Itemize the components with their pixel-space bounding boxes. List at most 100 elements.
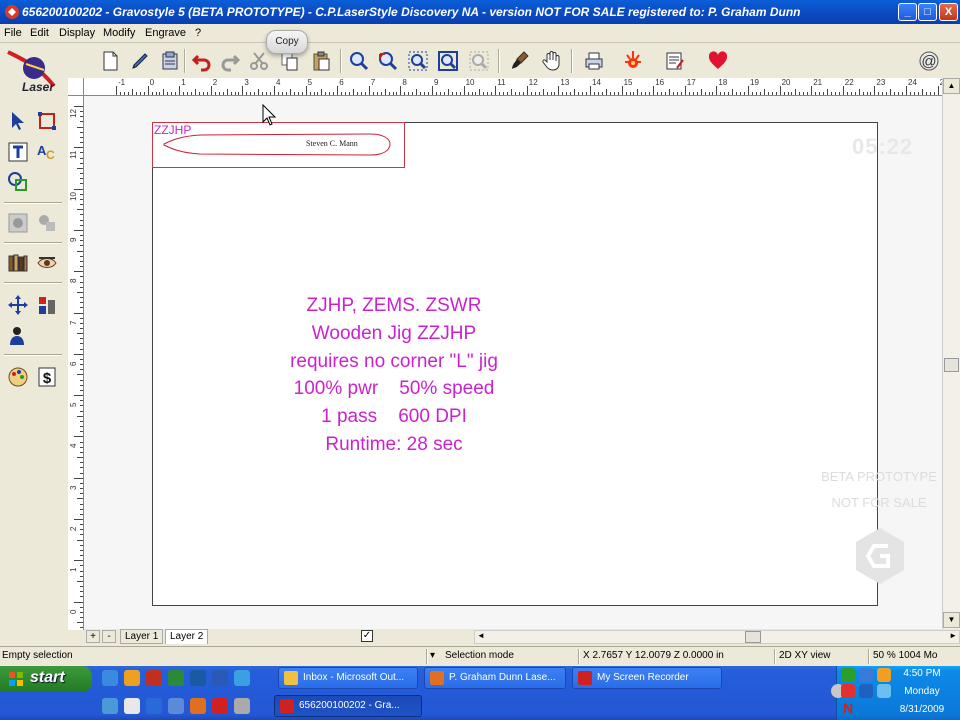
add-layer-button[interactable]: + <box>86 630 100 643</box>
clock-time[interactable]: 4:50 PM <box>887 668 957 679</box>
volume-tray-icon[interactable] <box>859 668 873 682</box>
task-screen-recorder[interactable]: My Screen Recorder <box>572 667 722 689</box>
library-books-icon[interactable] <box>5 250 31 276</box>
settings-quicklaunch-icon[interactable] <box>234 698 250 714</box>
remove-layer-button[interactable]: - <box>102 630 116 643</box>
preview-eye-icon[interactable] <box>34 250 60 276</box>
search-quicklaunch-icon[interactable] <box>102 698 118 714</box>
zoom-select-icon[interactable] <box>405 48 431 74</box>
cost-estimate-icon[interactable]: $ <box>34 364 60 390</box>
vertical-scroll-thumb[interactable] <box>944 358 959 372</box>
bluetooth-tray-icon[interactable] <box>859 684 873 698</box>
word-quicklaunch-icon[interactable] <box>212 670 228 686</box>
ruler-tick <box>514 92 516 95</box>
tab-layer-1[interactable]: Layer 1 <box>120 629 164 644</box>
tab-layer-2[interactable]: Layer 2 <box>165 629 209 644</box>
at-internet-icon[interactable]: @ <box>916 48 942 74</box>
move-arrows-icon[interactable] <box>5 292 31 318</box>
new-file-icon[interactable] <box>97 48 123 74</box>
ruler-tick <box>475 92 477 95</box>
horizontal-scroll-thumb[interactable] <box>745 631 761 643</box>
chrome-quicklaunch-icon[interactable] <box>190 670 206 686</box>
image-tool-icon[interactable] <box>5 210 31 236</box>
firefox-quicklaunch-icon[interactable] <box>190 698 206 714</box>
ie-quicklaunch-icon[interactable] <box>102 670 118 686</box>
text-effects-icon[interactable]: AC <box>34 139 60 165</box>
engrave-properties-icon[interactable] <box>661 48 687 74</box>
maximize-button[interactable]: □ <box>918 3 937 21</box>
drawing-canvas[interactable]: ZZJHP Steven C. Mann ZJHP, ZEMS. ZSWR Wo… <box>84 96 942 629</box>
ruler-tick <box>183 92 185 95</box>
outlook-quicklaunch-icon[interactable] <box>124 670 140 686</box>
task-inbox-outlook[interactable]: Inbox - Microsoft Out... <box>278 667 418 689</box>
vectorize-tool-icon[interactable] <box>34 210 60 236</box>
title-bar[interactable]: 656200100202 - Gravostyle 5 (BETA PROTOT… <box>0 0 960 24</box>
ruler-tick <box>380 92 382 95</box>
messenger-quicklaunch-icon[interactable] <box>234 670 250 686</box>
favorite-heart-icon[interactable] <box>705 48 731 74</box>
zoom-icon[interactable] <box>346 48 372 74</box>
edit-pen-icon[interactable] <box>127 48 153 74</box>
paste-icon[interactable] <box>308 48 334 74</box>
fill-bucket-icon[interactable] <box>34 292 60 318</box>
ruler-tick <box>736 92 738 95</box>
ruler-tick <box>471 92 473 95</box>
scroll-down-button[interactable]: ▼ <box>943 612 960 628</box>
zoom-all-icon[interactable] <box>466 48 492 74</box>
ruler-tick <box>80 111 83 113</box>
shapes-tool-icon[interactable] <box>5 168 31 194</box>
vertical-scrollbar[interactable]: ▲ ▼ <box>942 78 960 629</box>
text-tool-icon[interactable] <box>5 139 31 165</box>
node-edit-icon[interactable] <box>34 108 60 134</box>
app-quicklaunch-icon[interactable] <box>212 698 228 714</box>
excel-quicklaunch-icon[interactable] <box>168 670 184 686</box>
start-button[interactable]: start <box>0 666 92 692</box>
horizontal-scrollbar[interactable]: ◄ ► <box>474 630 960 644</box>
redo-icon[interactable] <box>217 48 243 74</box>
ruler-tick <box>238 92 240 95</box>
cut-scissors-icon[interactable] <box>246 48 272 74</box>
filezilla-quicklaunch-icon[interactable] <box>146 670 162 686</box>
palette-color-icon[interactable] <box>5 364 31 390</box>
layer-visible-checkbox[interactable]: ✓ <box>361 630 373 642</box>
zoom-page-icon[interactable] <box>435 48 461 74</box>
ruler-tick <box>396 92 398 95</box>
print-icon[interactable] <box>581 48 607 74</box>
scroll-left-icon[interactable]: ◄ <box>477 631 485 640</box>
laser-engrave-icon[interactable] <box>620 48 646 74</box>
database-icon[interactable] <box>157 48 183 74</box>
scroll-right-icon[interactable]: ► <box>949 631 957 640</box>
user-tool-icon[interactable] <box>5 323 31 349</box>
task-firefox-browser[interactable]: P. Graham Dunn Lase... <box>424 667 566 689</box>
desktop-quicklaunch-icon[interactable] <box>124 698 140 714</box>
menu-edit[interactable]: Edit <box>30 27 49 39</box>
menu-engrave[interactable]: Engrave <box>145 27 186 39</box>
mode-dropdown-icon[interactable]: ▾ <box>430 650 435 661</box>
ruler-tick <box>688 92 690 95</box>
close-button[interactable]: X <box>939 3 958 21</box>
zoom-out-icon[interactable] <box>375 48 401 74</box>
media-quicklaunch-icon[interactable] <box>146 698 162 714</box>
menu-file[interactable]: File <box>4 27 22 39</box>
network-tray-icon[interactable] <box>841 668 855 682</box>
ruler-tick <box>80 575 83 577</box>
ruler-tick <box>77 457 83 459</box>
norton-tray-icon[interactable]: N <box>843 700 853 716</box>
menu-help[interactable]: ? <box>195 27 201 39</box>
minimize-button[interactable]: _ <box>898 3 917 21</box>
explorer-quicklaunch-icon[interactable] <box>168 698 184 714</box>
hand-pan-icon[interactable] <box>539 48 565 74</box>
outlook-task-icon <box>284 671 298 685</box>
ruler-tick <box>77 374 83 376</box>
ruler-tick <box>202 92 204 95</box>
menu-modify[interactable]: Modify <box>103 27 135 39</box>
select-arrow-icon[interactable] <box>5 108 31 134</box>
security-tray-icon[interactable] <box>841 684 855 698</box>
menu-display[interactable]: Display <box>59 27 95 39</box>
scroll-up-button[interactable]: ▲ <box>943 78 960 94</box>
task-gravostyle[interactable]: 656200100202 - Gra... <box>274 695 422 717</box>
paint-brush-icon[interactable] <box>508 48 534 74</box>
ruler-tick <box>834 92 836 95</box>
ruler-tick <box>80 565 83 567</box>
undo-icon[interactable] <box>189 48 215 74</box>
